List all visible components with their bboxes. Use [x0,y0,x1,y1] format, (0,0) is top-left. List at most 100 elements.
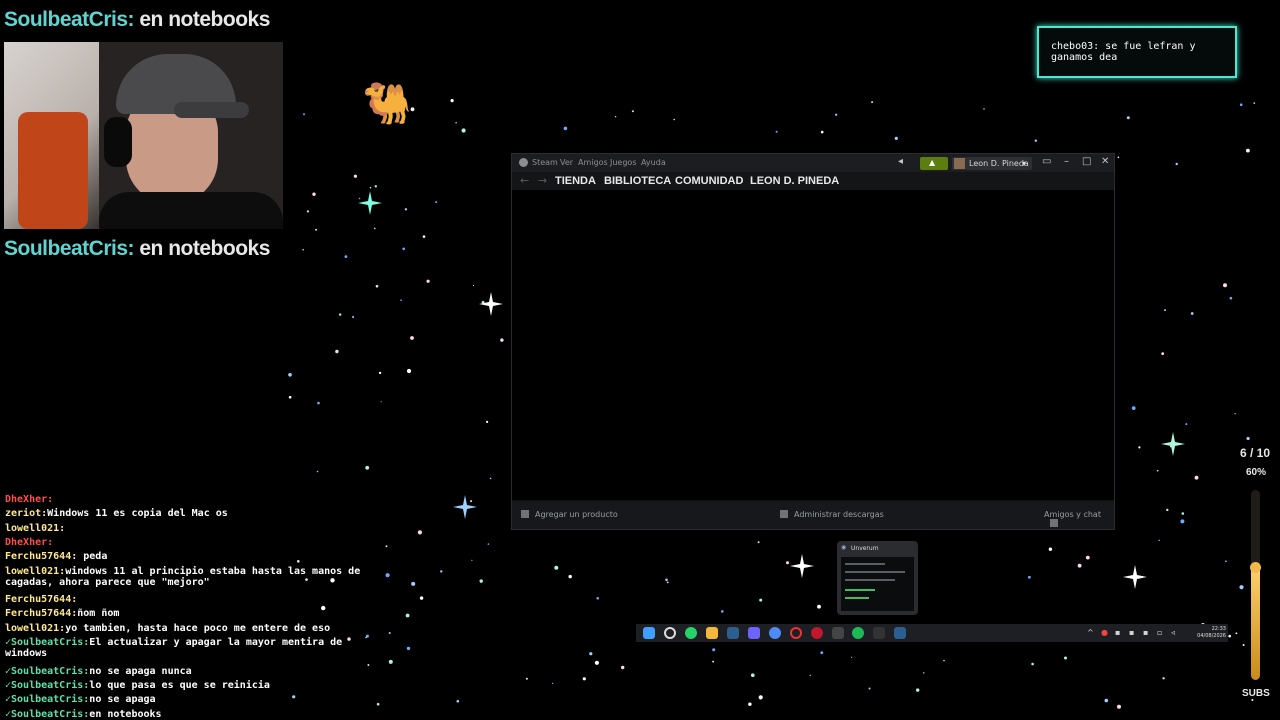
app-icon[interactable] [811,627,823,639]
tray-icon[interactable]: ▪ [1115,628,1120,637]
star [871,101,874,104]
menu-amigos[interactable]: Amigos [578,158,608,167]
taskbar-clock[interactable]: 22:33 04/08/2026 [1188,626,1226,640]
star [288,373,292,377]
star [809,674,811,676]
account-menu[interactable]: Leon D. Pineda ▾ [952,157,1032,170]
star [426,279,430,283]
star [411,581,416,586]
chat-username: DheXher: [5,494,54,505]
tray-icon[interactable]: ▪ [1143,628,1148,637]
star [621,665,625,670]
mic-icon[interactable]: ▫ [1157,628,1162,637]
webcam-shirt [99,192,283,229]
menu-ver[interactable]: Ver [560,158,573,167]
steam-titlebar[interactable]: Steam Ver Amigos Juegos Ayuda ◂ ▲ Leon D… [512,154,1114,172]
star [1239,103,1243,106]
forward-arrow-icon[interactable]: → [538,174,547,187]
chat-message: Ferchu57644: peda [5,551,107,562]
speaker-icon[interactable]: ◂ [898,156,903,167]
star [1104,698,1109,703]
star [817,604,821,609]
add-product-button[interactable]: Agregar un producto [521,510,618,519]
monitor-icon[interactable]: ▭ [1042,156,1051,167]
star [402,247,406,251]
app-icon[interactable] [748,627,760,639]
star [1031,662,1034,666]
star [316,470,319,473]
sparkle-star [453,495,477,519]
notifications-button[interactable]: ▲ [920,157,948,170]
star [479,579,483,583]
steam-icon[interactable] [894,627,906,639]
menu-ayuda[interactable]: Ayuda [641,158,666,167]
app-icon[interactable] [873,627,885,639]
webcam-cap-brim [174,102,249,118]
chat-text: yo tambien, hasta hace poco me entere de… [65,622,331,634]
chat-text: en notebooks [89,708,162,720]
star [525,677,528,680]
spotify-icon[interactable] [852,627,864,639]
menu-steam[interactable]: Steam [532,158,558,167]
tray-icon[interactable]: ● [1101,628,1108,637]
chat-username: Ferchu57644: [5,594,78,606]
nav-comunidad[interactable]: COMUNIDAD [675,175,743,187]
taskbar-preview-popup[interactable]: ◉ Unverum [837,541,918,615]
whatsapp-icon[interactable] [685,627,697,639]
star [422,235,426,238]
star [339,313,342,316]
manage-downloads-button[interactable]: Administrar descargas [780,510,884,519]
volume-icon[interactable]: ◃ [1171,628,1175,637]
chevron-up-icon[interactable]: ^ [1087,628,1094,637]
star [1180,519,1185,524]
app-icon[interactable] [769,627,781,639]
maximize-icon[interactable]: □ [1082,156,1091,167]
webcam-chair [18,112,88,229]
chat-username: lowell021: [5,522,66,534]
close-icon[interactable]: ✕ [1101,156,1109,167]
star [471,559,473,561]
windows-start-icon[interactable] [643,627,655,639]
tray-icon[interactable]: ▪ [1129,628,1134,637]
star [1175,162,1178,166]
steam-footer: Agregar un producto Administrar descarga… [512,501,1114,529]
chat-username: lowell021: [5,622,66,634]
star [406,368,412,374]
nav-biblioteca[interactable]: BIBLIOTECA [604,175,671,187]
chat-message: ✓SoulbeatCris:no se apaga [5,694,156,705]
steam-window[interactable]: Steam Ver Amigos Juegos Ayuda ◂ ▲ Leon D… [511,153,1115,530]
app-icon[interactable] [790,627,802,639]
folder-icon[interactable] [706,627,718,639]
star [450,99,454,103]
downloads-label: Administrar descargas [794,510,884,519]
star [894,136,898,140]
sparkle-star [1161,432,1185,456]
chat-username: DheXher: [5,536,54,548]
steam-icon[interactable] [727,627,739,639]
star [1166,508,1169,512]
star [983,108,985,110]
nav-tienda[interactable]: TIENDA [555,175,596,187]
star [489,477,492,480]
chat-username: Ferchu57644: [5,608,78,620]
star [292,695,296,699]
search-icon[interactable] [664,627,676,639]
chat-message: ✓SoulbeatCris:en notebooks [5,709,162,720]
star [851,656,853,658]
star [380,401,382,403]
back-arrow-icon[interactable]: ← [520,174,529,187]
star [1156,469,1159,472]
windows-taskbar: ^ ● ▪ ▪ ▪ ▫ ◃ 22:33 04/08/2026 [636,624,1228,642]
star [1246,436,1250,441]
star [312,192,316,196]
star [378,371,382,375]
friends-chat-button[interactable]: Amigos y chat [1044,510,1114,528]
nav-profile[interactable]: LEON D. PINEDA [750,175,839,187]
chat-message: Ferchu57644:ñom ñom [5,608,119,619]
minimize-icon[interactable]: – [1064,156,1069,167]
star [666,581,669,584]
menu-juegos[interactable]: Juegos [610,158,637,167]
app-icon[interactable] [832,627,844,639]
clock-date: 04/08/2026 [1197,633,1226,639]
star [1194,475,1199,480]
